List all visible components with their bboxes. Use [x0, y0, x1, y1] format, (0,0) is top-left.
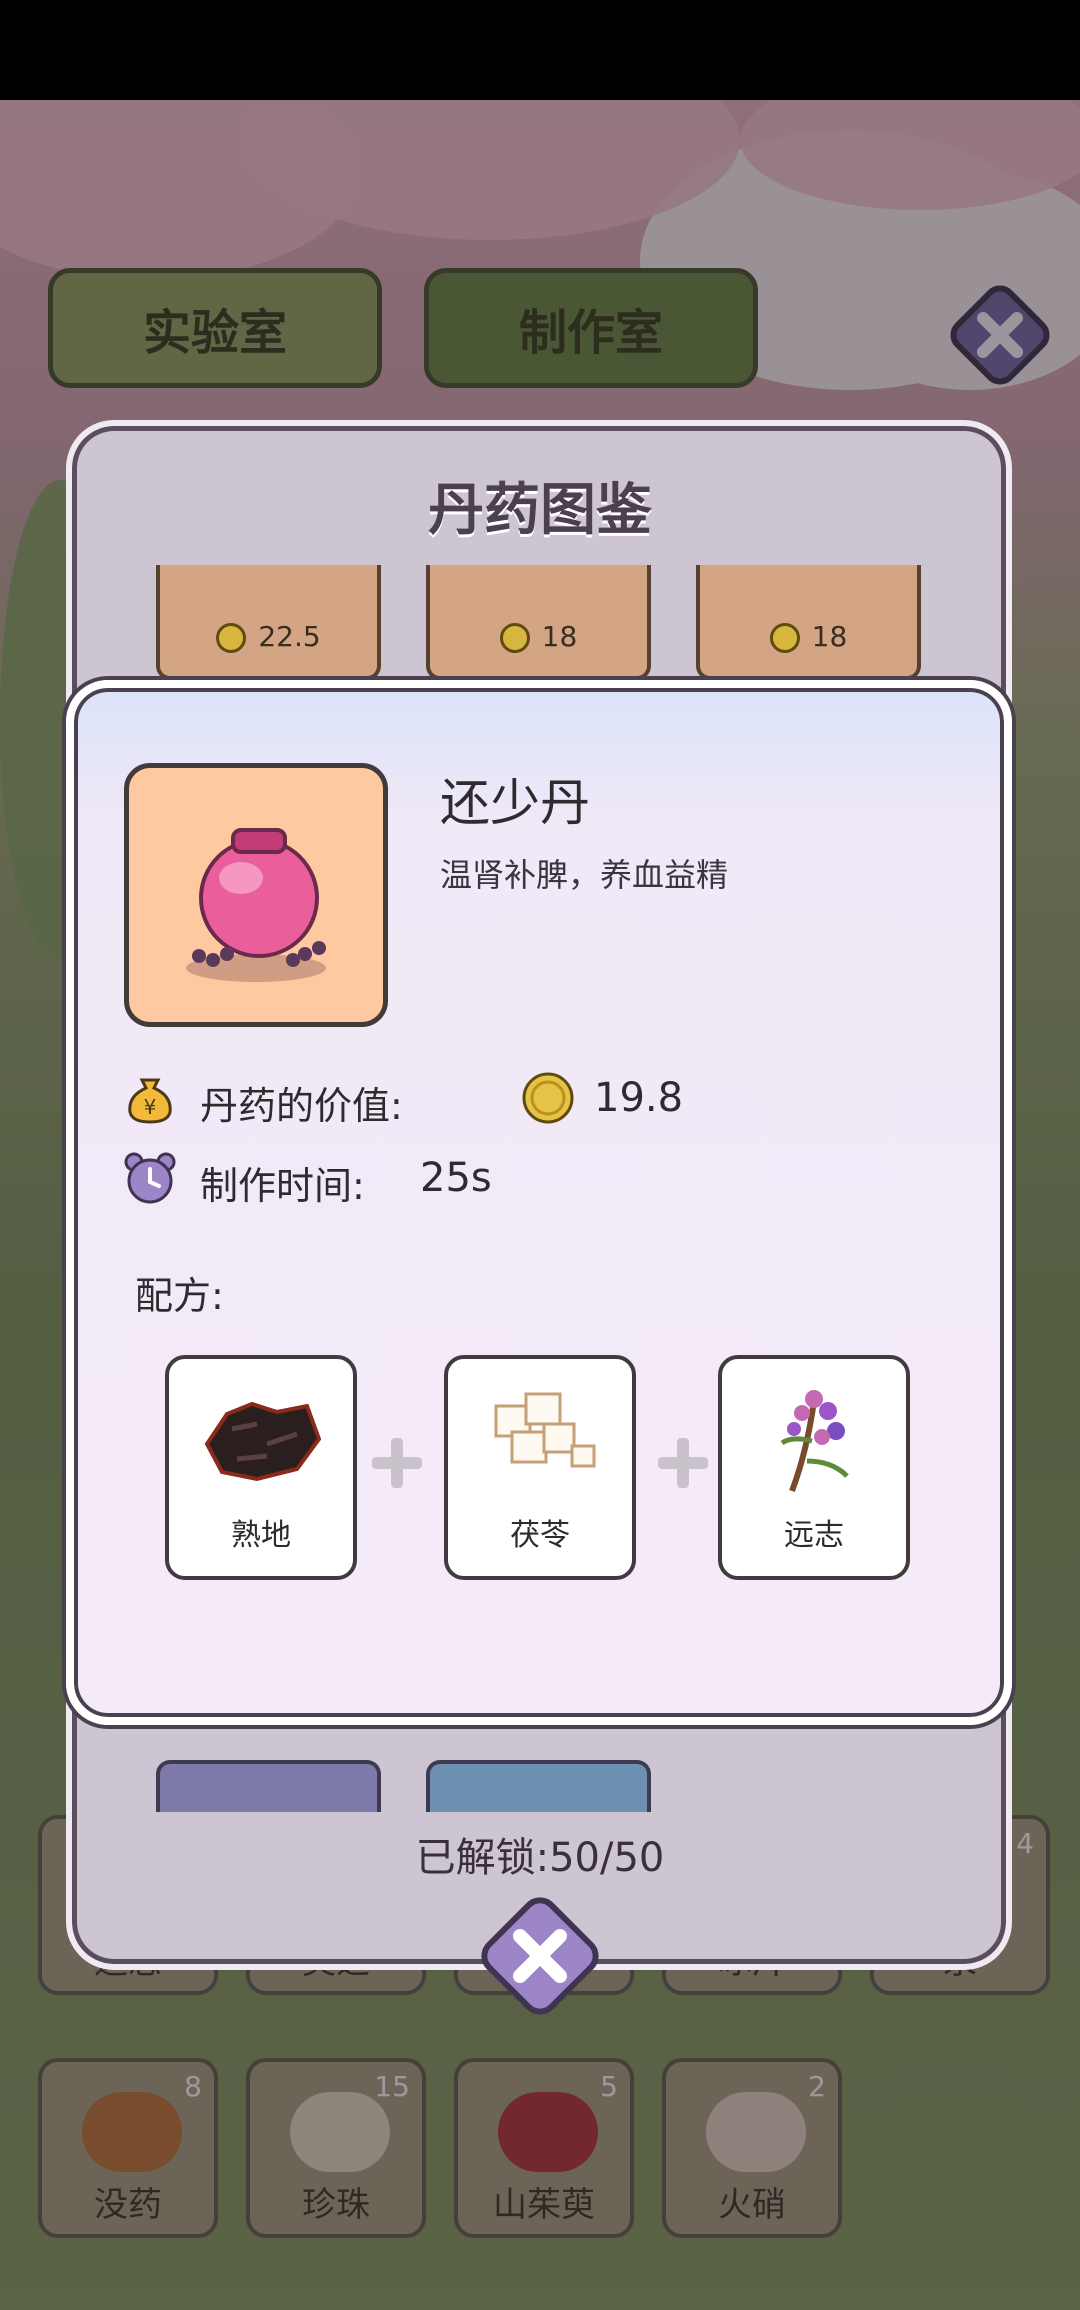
- pill-card[interactable]: 18: [426, 565, 651, 680]
- pill-card[interactable]: [426, 1760, 651, 1812]
- pill-card[interactable]: 18: [696, 565, 921, 680]
- pill-value: 19.8: [594, 1075, 684, 1121]
- polygala-icon: [780, 1390, 849, 1493]
- ingredient-item[interactable]: 熟地: [165, 1355, 357, 1580]
- recipe-label: 配方:: [135, 1274, 224, 1318]
- poria-icon: [494, 1392, 596, 1468]
- rehmannia-icon: [204, 1401, 322, 1482]
- ingredient-item[interactable]: 茯苓: [444, 1355, 636, 1580]
- ingredient-name: 远志: [784, 1518, 844, 1553]
- pill-card[interactable]: 22.5: [156, 565, 381, 680]
- pill-card-price: 18: [430, 620, 647, 653]
- plus-icon: [372, 1438, 422, 1488]
- pill-card-price: 22.5: [160, 620, 377, 653]
- pill-image-frame: [124, 763, 388, 1027]
- pill-card-price: 18: [700, 620, 917, 653]
- codex-title: 丹药图鉴: [428, 478, 652, 543]
- coin-icon: [216, 623, 247, 653]
- pill-card[interactable]: [156, 1760, 381, 1812]
- time-label: 制作时间:: [200, 1164, 365, 1208]
- plus-icon: [658, 1438, 708, 1488]
- pill-jar-icon: [186, 828, 326, 982]
- craft-time: 25s: [420, 1155, 492, 1201]
- ingredient-name: 熟地: [231, 1518, 291, 1553]
- ingredient-item[interactable]: 远志: [718, 1355, 910, 1580]
- unlocked-count: 已解锁:50/50: [415, 1835, 665, 1881]
- coin-icon: [522, 1072, 574, 1124]
- value-label: 丹药的价值:: [200, 1084, 403, 1128]
- money-bag-icon: ¥: [128, 1078, 172, 1124]
- svg-text:¥: ¥: [144, 1095, 157, 1119]
- pill-description: 温肾补脾，养血益精: [440, 856, 729, 894]
- alarm-clock-icon: [124, 1152, 176, 1204]
- pill-name: 还少丹: [440, 774, 590, 832]
- close-icon[interactable]: [474, 1890, 606, 2022]
- coin-icon: [769, 623, 800, 653]
- coin-icon: [499, 623, 530, 653]
- ingredient-name: 茯苓: [510, 1518, 570, 1553]
